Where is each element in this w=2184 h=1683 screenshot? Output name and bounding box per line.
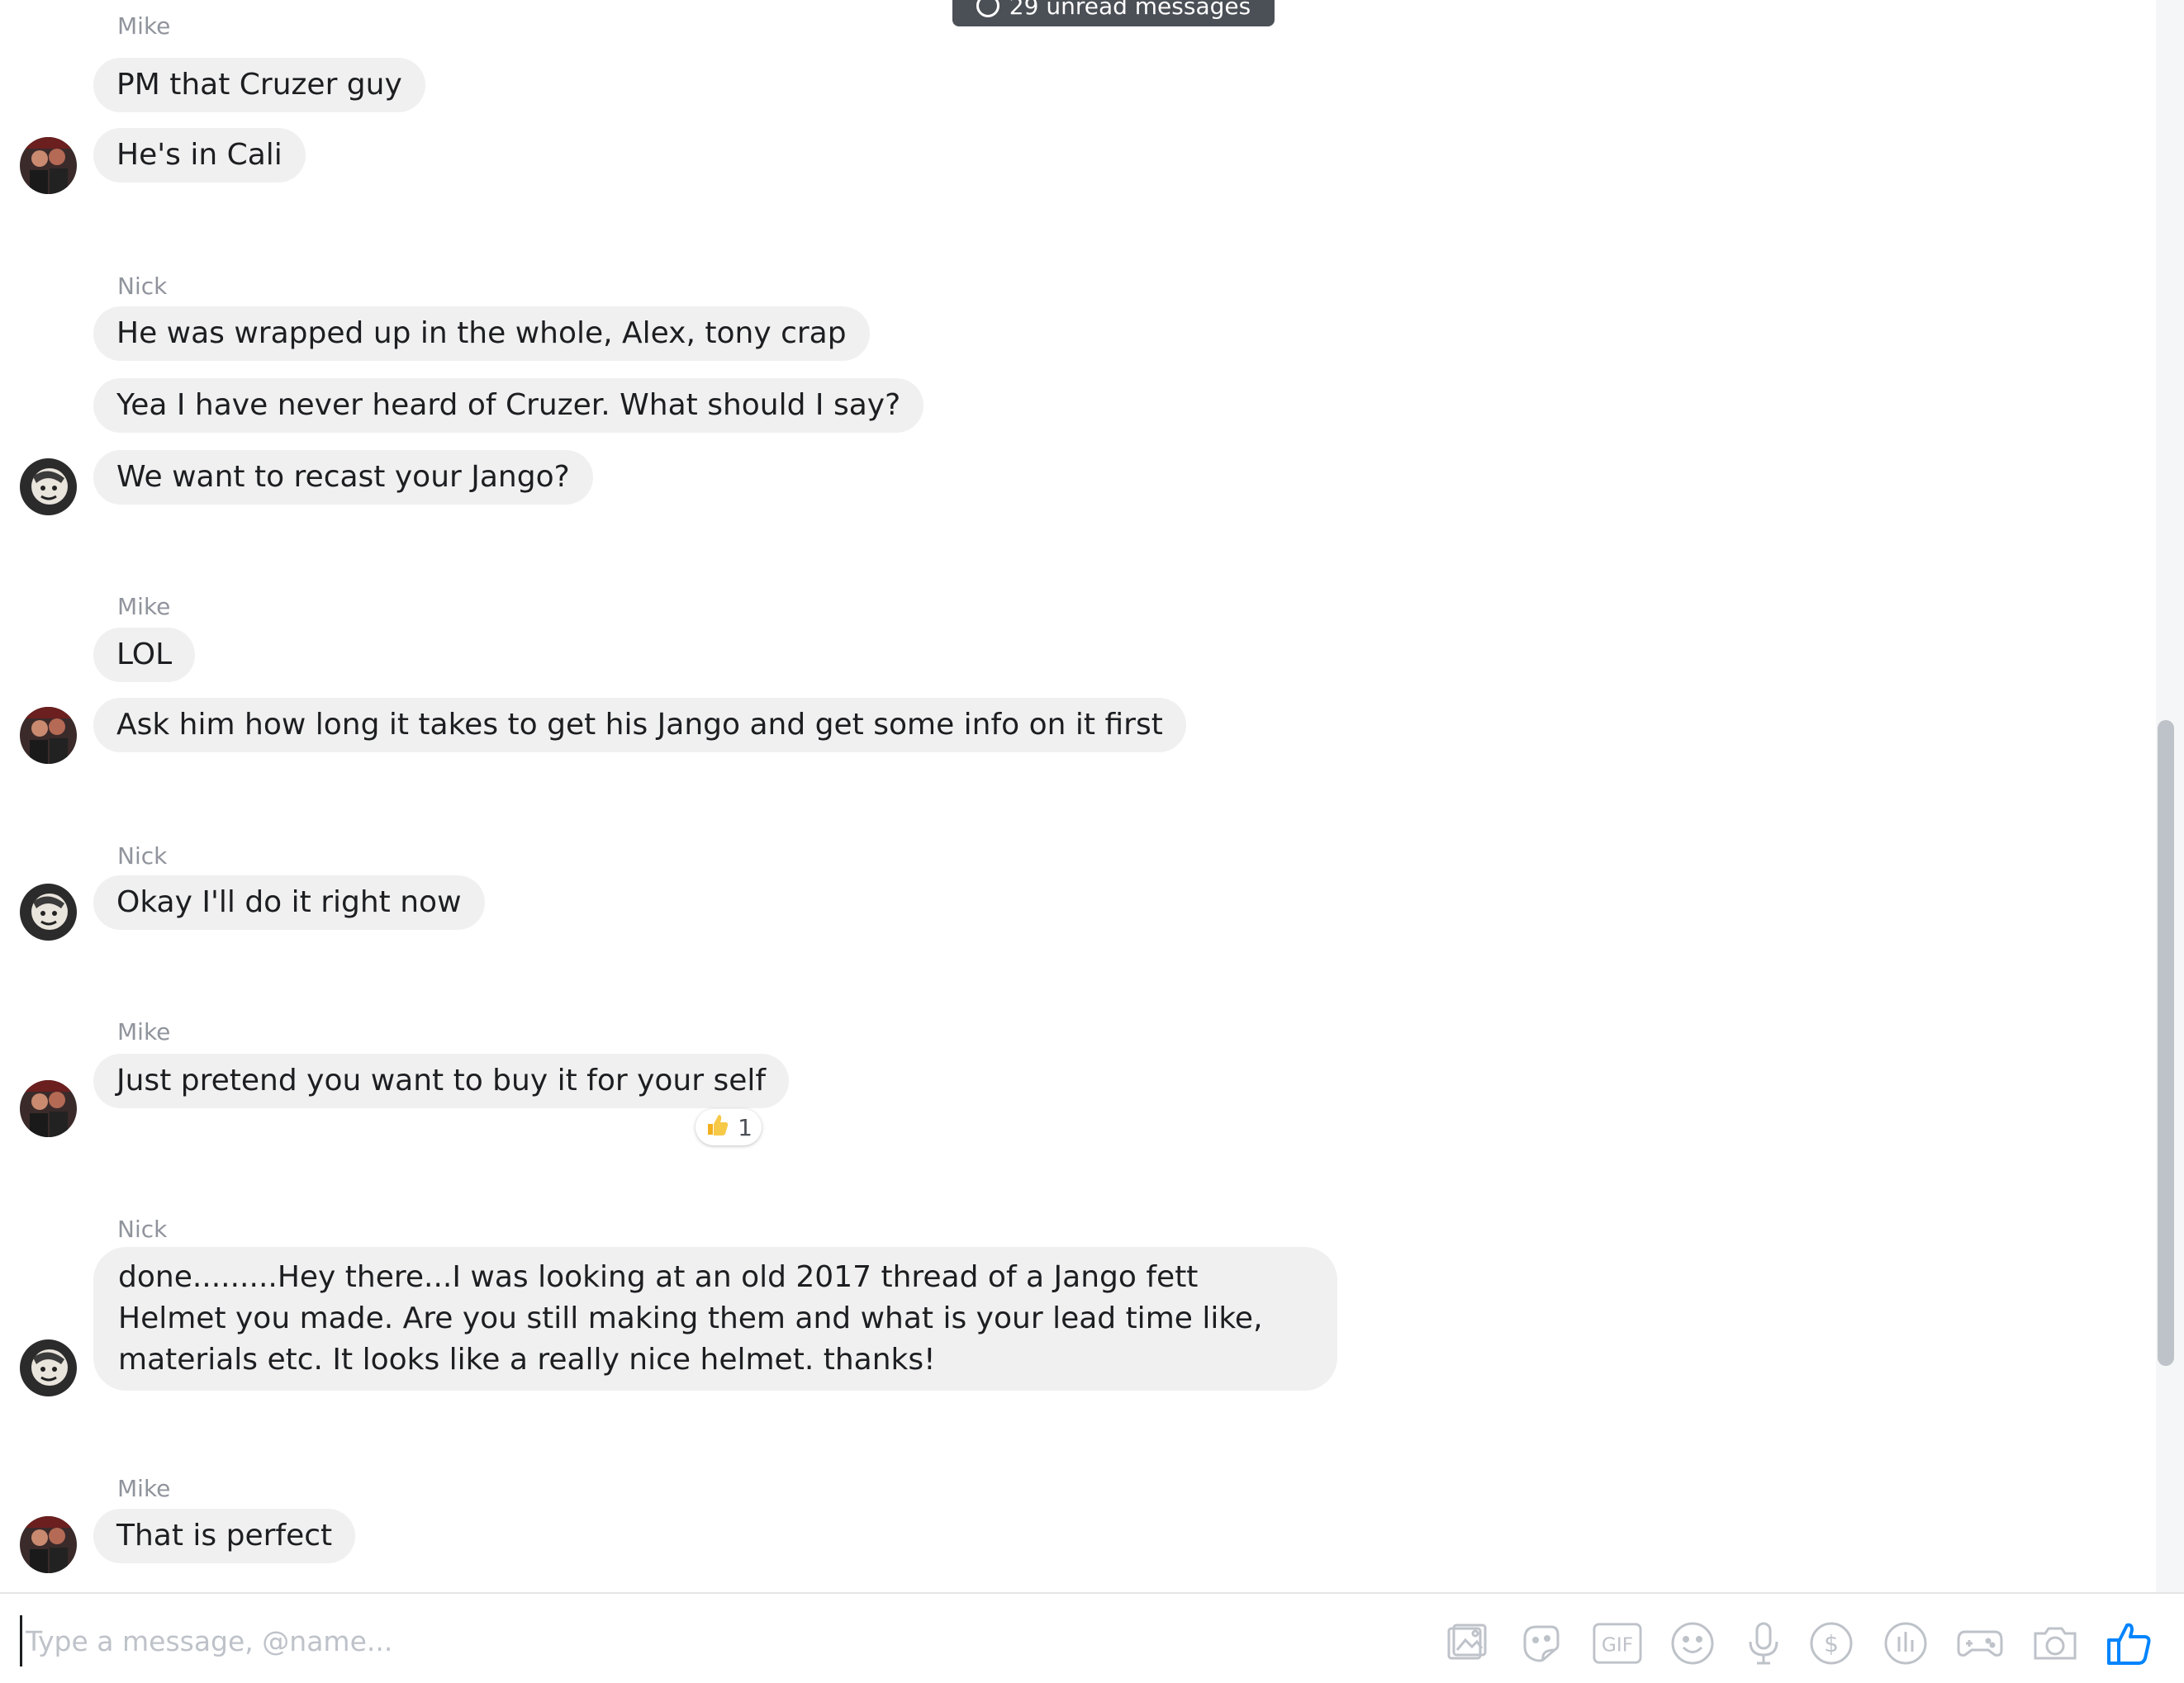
avatar-mike[interactable] — [20, 707, 77, 764]
message-bubble[interactable]: He's in Cali — [93, 128, 306, 183]
sender-name: Nick — [117, 273, 168, 300]
gif-icon[interactable]: GIF — [1593, 1619, 1642, 1668]
thumbs-up-emoji-icon — [705, 1112, 729, 1143]
message-input[interactable] — [20, 1615, 1415, 1666]
message-thread[interactable]: 29 unread messages Mike PM that Cruzer g… — [0, 0, 2156, 1592]
avatar-mike[interactable] — [20, 1080, 77, 1137]
sender-name: Mike — [117, 1018, 171, 1045]
avatar-mike[interactable] — [20, 1516, 77, 1573]
message-bubble[interactable]: PM that Cruzer guy — [93, 58, 425, 112]
avatar-nick[interactable] — [20, 458, 77, 515]
payment-icon[interactable]: $ — [1807, 1619, 1856, 1668]
game-icon[interactable] — [1955, 1619, 2005, 1668]
message-bubble[interactable]: Okay I'll do it right now — [93, 875, 485, 930]
message-bubble[interactable]: We want to recast your Jango? — [93, 450, 593, 505]
microphone-icon[interactable] — [1739, 1619, 1788, 1668]
scrollbar-thumb[interactable] — [2158, 720, 2174, 1366]
avatar-nick[interactable] — [20, 884, 77, 941]
message-reaction[interactable]: 1 — [696, 1109, 762, 1145]
sender-name: Mike — [117, 1475, 171, 1502]
message-bubble[interactable]: done.........Hey there...I was looking a… — [93, 1247, 1337, 1391]
message-bubble[interactable]: That is perfect — [93, 1509, 356, 1563]
avatar-mike[interactable] — [20, 137, 77, 194]
like-icon[interactable] — [2104, 1619, 2153, 1668]
emoji-icon[interactable] — [1668, 1619, 1717, 1668]
svg-text:$: $ — [1824, 1630, 1839, 1657]
sender-name: Mike — [117, 593, 171, 620]
sticker-icon[interactable] — [1517, 1619, 1566, 1668]
sender-name: Nick — [117, 1216, 168, 1243]
message-bubble[interactable]: Just pretend you want to buy it for your… — [93, 1054, 790, 1108]
unread-messages-banner[interactable]: 29 unread messages — [952, 0, 1275, 26]
message-bubble[interactable]: Yea I have never heard of Cruzer. What s… — [93, 378, 924, 433]
message-bubble[interactable]: LOL — [93, 628, 196, 682]
message-bubble[interactable]: He was wrapped up in the whole, Alex, to… — [93, 306, 870, 361]
camera-icon[interactable] — [2030, 1619, 2080, 1668]
clock-icon — [976, 0, 999, 17]
reaction-count: 1 — [738, 1113, 753, 1141]
avatar-nick[interactable] — [20, 1339, 77, 1396]
sender-name: Mike — [117, 12, 171, 40]
photo-icon[interactable] — [1442, 1619, 1492, 1668]
sender-name: Nick — [117, 842, 168, 870]
message-composer: GIF $ — [0, 1592, 2184, 1683]
unread-messages-label: 29 unread messages — [1009, 0, 1251, 20]
message-bubble[interactable]: Ask him how long it takes to get his Jan… — [93, 698, 1186, 752]
poll-icon[interactable] — [1881, 1619, 1930, 1668]
svg-text:GIF: GIF — [1602, 1634, 1633, 1657]
